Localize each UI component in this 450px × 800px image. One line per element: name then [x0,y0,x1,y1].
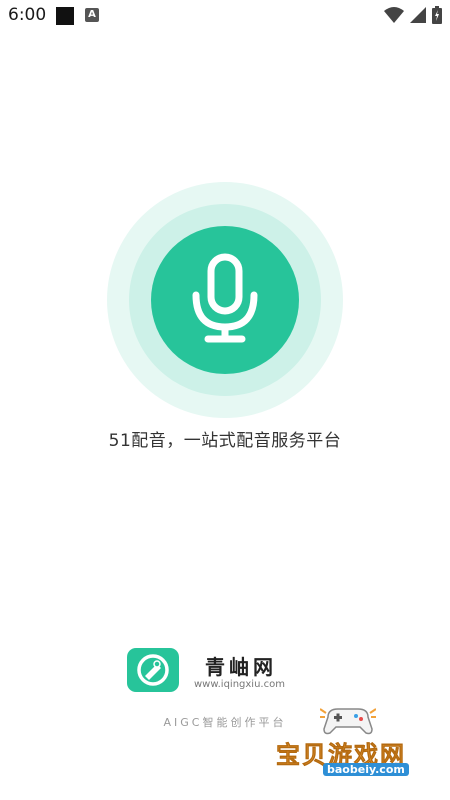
status-icons [384,6,442,24]
brand-logo-icon [127,648,179,692]
signal-icon [410,7,426,23]
notification-a-icon: A [85,8,99,22]
watermark-url: baobeiy.com [323,763,409,776]
wifi-icon [384,7,404,23]
watermark: 宝贝游戏网 baobeiy.com [268,705,428,785]
microphone-record-button[interactable] [107,182,343,418]
battery-icon [432,6,442,24]
center-circle [151,226,299,374]
notification-square-icon [56,7,74,25]
brand-name: 青岫网 [205,655,277,679]
status-time: 6:00 [8,5,47,25]
brand-url: www.iqingxiu.com [194,679,285,690]
tagline: 51配音，一站式配音服务平台 [108,431,342,451]
gamepad-icon [320,708,376,735]
brand-block: 青岫网 www.iqingxiu.com [127,648,327,696]
status-bar: 6:00 A [0,0,450,32]
